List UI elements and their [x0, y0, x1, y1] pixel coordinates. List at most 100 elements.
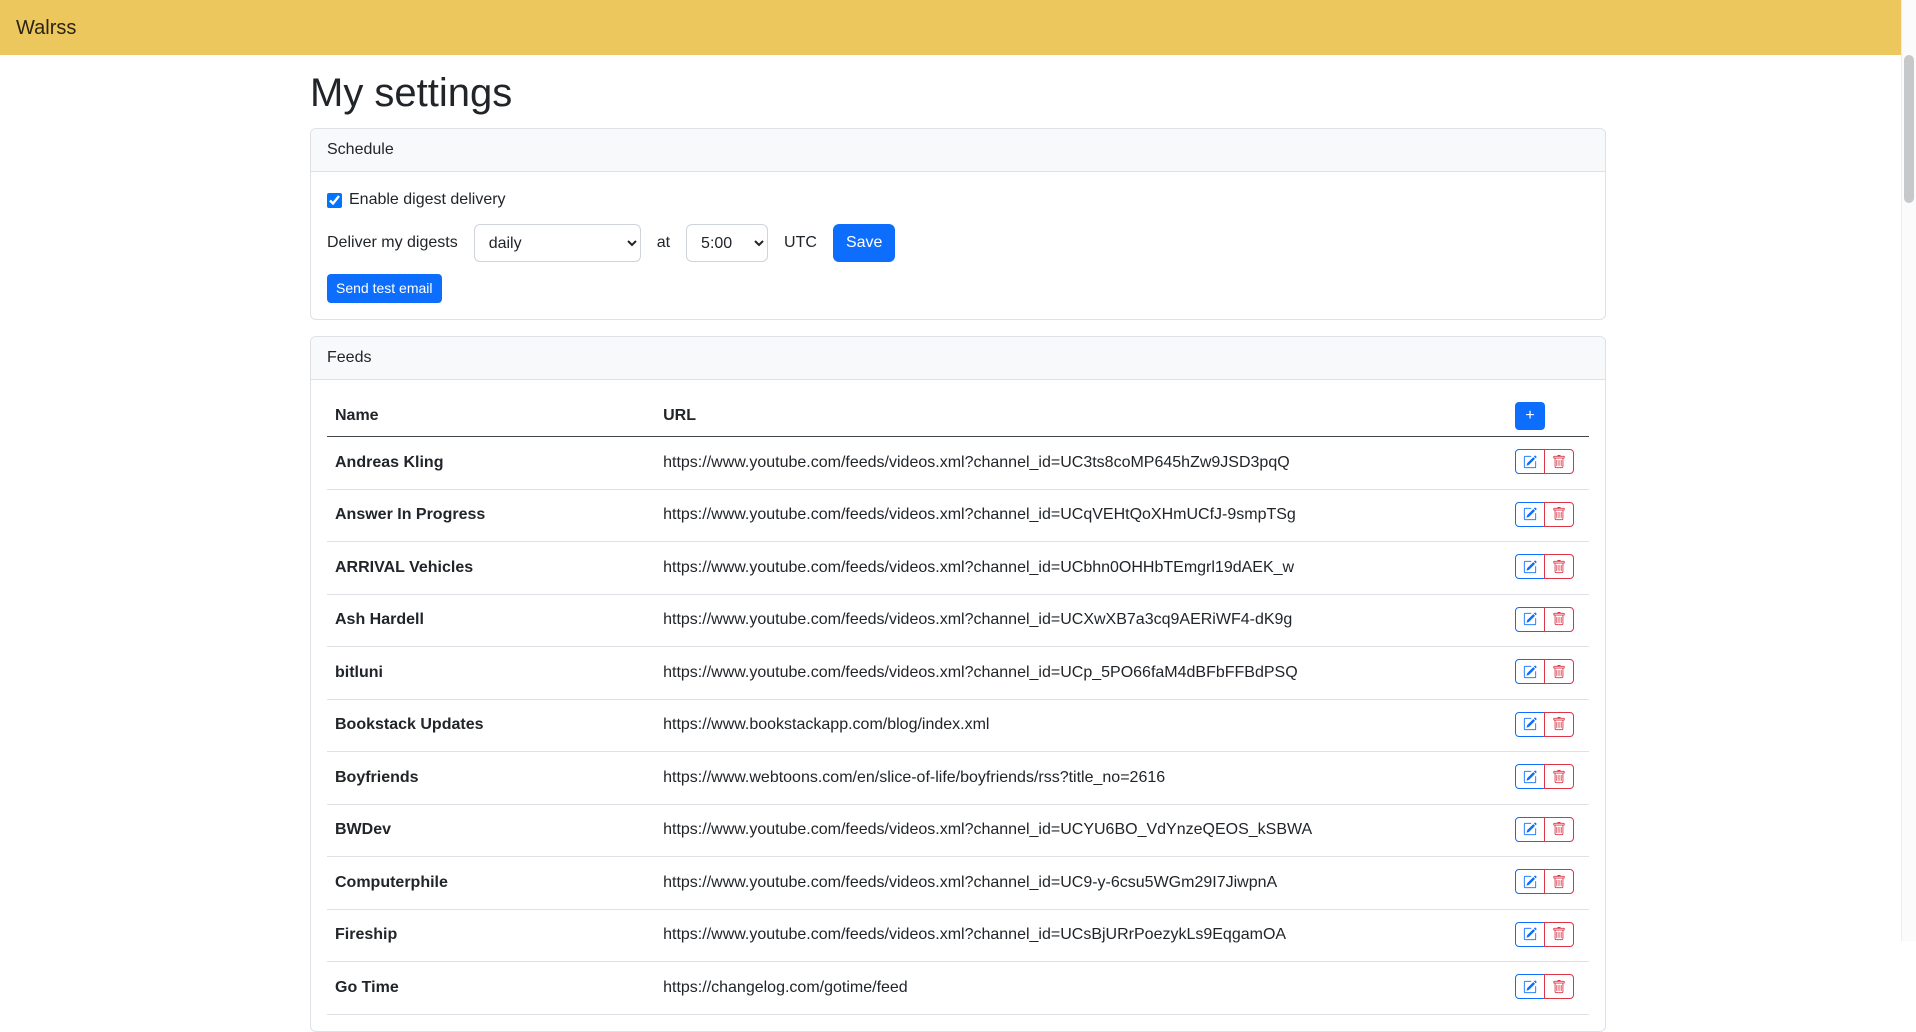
- feed-url: https://www.youtube.com/feeds/videos.xml…: [655, 542, 1507, 595]
- delete-feed-button[interactable]: [1544, 922, 1574, 947]
- edit-feed-button[interactable]: [1515, 659, 1545, 684]
- feed-name: Ash Hardell: [327, 594, 655, 647]
- feeds-table-header-row: Name URL +: [327, 396, 1589, 437]
- feed-row: Boyfriends https://www.webtoons.com/en/s…: [327, 752, 1589, 805]
- feed-actions-group: [1515, 659, 1574, 684]
- pencil-square-icon: [1523, 455, 1537, 469]
- scrollbar[interactable]: [1901, 0, 1916, 941]
- feed-name: Answer In Progress: [327, 489, 655, 542]
- feed-actions-group: [1515, 817, 1574, 842]
- edit-feed-button[interactable]: [1515, 764, 1545, 789]
- enable-digest-checkbox[interactable]: [327, 193, 342, 208]
- pencil-square-icon: [1523, 770, 1537, 784]
- pencil-square-icon: [1523, 980, 1537, 994]
- trash-icon: [1552, 717, 1566, 731]
- feed-url: https://www.webtoons.com/en/slice-of-lif…: [655, 752, 1507, 805]
- pencil-square-icon: [1523, 612, 1537, 626]
- trash-icon: [1552, 927, 1566, 941]
- delete-feed-button[interactable]: [1544, 869, 1574, 894]
- feed-url: https://www.youtube.com/feeds/videos.xml…: [655, 594, 1507, 647]
- delete-feed-button[interactable]: [1544, 502, 1574, 527]
- edit-feed-button[interactable]: [1515, 554, 1545, 579]
- feed-actions-group: [1515, 869, 1574, 894]
- frequency-select[interactable]: daily: [474, 224, 641, 262]
- column-header-name: Name: [327, 396, 655, 437]
- feed-name: Andreas Kling: [327, 437, 655, 490]
- send-test-email-button[interactable]: Send test email: [327, 274, 442, 303]
- trash-icon: [1552, 612, 1566, 626]
- feeds-card-body: Name URL + Andreas Kling https://www.you…: [311, 380, 1605, 1031]
- trash-icon: [1552, 770, 1566, 784]
- navbar: Walrss: [0, 0, 1916, 55]
- delete-feed-button[interactable]: [1544, 554, 1574, 579]
- feeds-card-header: Feeds: [311, 337, 1605, 380]
- edit-feed-button[interactable]: [1515, 607, 1545, 632]
- trash-icon: [1552, 560, 1566, 574]
- edit-feed-button[interactable]: [1515, 502, 1545, 527]
- feed-row: BWDev https://www.youtube.com/feeds/vide…: [327, 804, 1589, 857]
- edit-feed-button[interactable]: [1515, 974, 1545, 999]
- edit-feed-button[interactable]: [1515, 869, 1545, 894]
- feed-actions-group: [1515, 922, 1574, 947]
- at-label: at: [657, 234, 670, 252]
- feed-row: Go Time https://changelog.com/gotime/fee…: [327, 962, 1589, 1015]
- save-button[interactable]: Save: [833, 224, 895, 262]
- timezone-label: UTC: [784, 234, 817, 252]
- feed-name: BWDev: [327, 804, 655, 857]
- trash-icon: [1552, 507, 1566, 521]
- feed-row: bitluni https://www.youtube.com/feeds/vi…: [327, 647, 1589, 700]
- enable-digest-label[interactable]: Enable digest delivery: [349, 188, 506, 212]
- delete-feed-button[interactable]: [1544, 659, 1574, 684]
- feed-row: Fireship https://www.youtube.com/feeds/v…: [327, 909, 1589, 962]
- pencil-square-icon: [1523, 507, 1537, 521]
- schedule-card-body: Enable digest delivery Deliver my digest…: [311, 172, 1605, 319]
- feed-url: https://www.youtube.com/feeds/videos.xml…: [655, 909, 1507, 962]
- edit-feed-button[interactable]: [1515, 922, 1545, 947]
- feed-url: https://www.youtube.com/feeds/videos.xml…: [655, 804, 1507, 857]
- feed-actions-group: [1515, 554, 1574, 579]
- feeds-card: Feeds Name URL + Andreas Kling https://w…: [310, 336, 1606, 1032]
- pencil-square-icon: [1523, 822, 1537, 836]
- feed-url: https://www.youtube.com/feeds/videos.xml…: [655, 857, 1507, 910]
- feed-url: https://www.bookstackapp.com/blog/index.…: [655, 699, 1507, 752]
- trash-icon: [1552, 980, 1566, 994]
- schedule-card-header: Schedule: [311, 129, 1605, 172]
- main-content: My settings Schedule Enable digest deliv…: [298, 71, 1618, 1032]
- feed-url: https://www.youtube.com/feeds/videos.xml…: [655, 647, 1507, 700]
- feed-name: ARRIVAL Vehicles: [327, 542, 655, 595]
- feed-actions-group: [1515, 502, 1574, 527]
- trash-icon: [1552, 455, 1566, 469]
- navbar-brand[interactable]: Walrss: [16, 18, 76, 38]
- edit-feed-button[interactable]: [1515, 712, 1545, 737]
- feeds-table: Name URL + Andreas Kling https://www.you…: [327, 396, 1589, 1015]
- delete-feed-button[interactable]: [1544, 764, 1574, 789]
- delete-feed-button[interactable]: [1544, 607, 1574, 632]
- delete-feed-button[interactable]: [1544, 449, 1574, 474]
- edit-feed-button[interactable]: [1515, 449, 1545, 474]
- feed-actions-group: [1515, 974, 1574, 999]
- feed-row: Andreas Kling https://www.youtube.com/fe…: [327, 437, 1589, 490]
- edit-feed-button[interactable]: [1515, 817, 1545, 842]
- feed-name: Fireship: [327, 909, 655, 962]
- delete-feed-button[interactable]: [1544, 712, 1574, 737]
- scrollbar-thumb[interactable]: [1904, 55, 1914, 203]
- feed-name: Computerphile: [327, 857, 655, 910]
- feed-url: https://www.youtube.com/feeds/videos.xml…: [655, 489, 1507, 542]
- feed-actions-group: [1515, 712, 1574, 737]
- feed-row: ARRIVAL Vehicles https://www.youtube.com…: [327, 542, 1589, 595]
- feed-actions-group: [1515, 764, 1574, 789]
- deliver-digests-label: Deliver my digests: [327, 234, 458, 252]
- delete-feed-button[interactable]: [1544, 974, 1574, 999]
- trash-icon: [1552, 822, 1566, 836]
- feed-name: Bookstack Updates: [327, 699, 655, 752]
- add-feed-button[interactable]: +: [1515, 402, 1545, 430]
- delete-feed-button[interactable]: [1544, 817, 1574, 842]
- time-select[interactable]: 5:00: [686, 224, 768, 262]
- trash-icon: [1552, 875, 1566, 889]
- feed-name: bitluni: [327, 647, 655, 700]
- feed-url: https://www.youtube.com/feeds/videos.xml…: [655, 437, 1507, 490]
- schedule-card: Schedule Enable digest delivery Deliver …: [310, 128, 1606, 320]
- feed-actions-group: [1515, 449, 1574, 474]
- pencil-square-icon: [1523, 665, 1537, 679]
- feed-actions-group: [1515, 607, 1574, 632]
